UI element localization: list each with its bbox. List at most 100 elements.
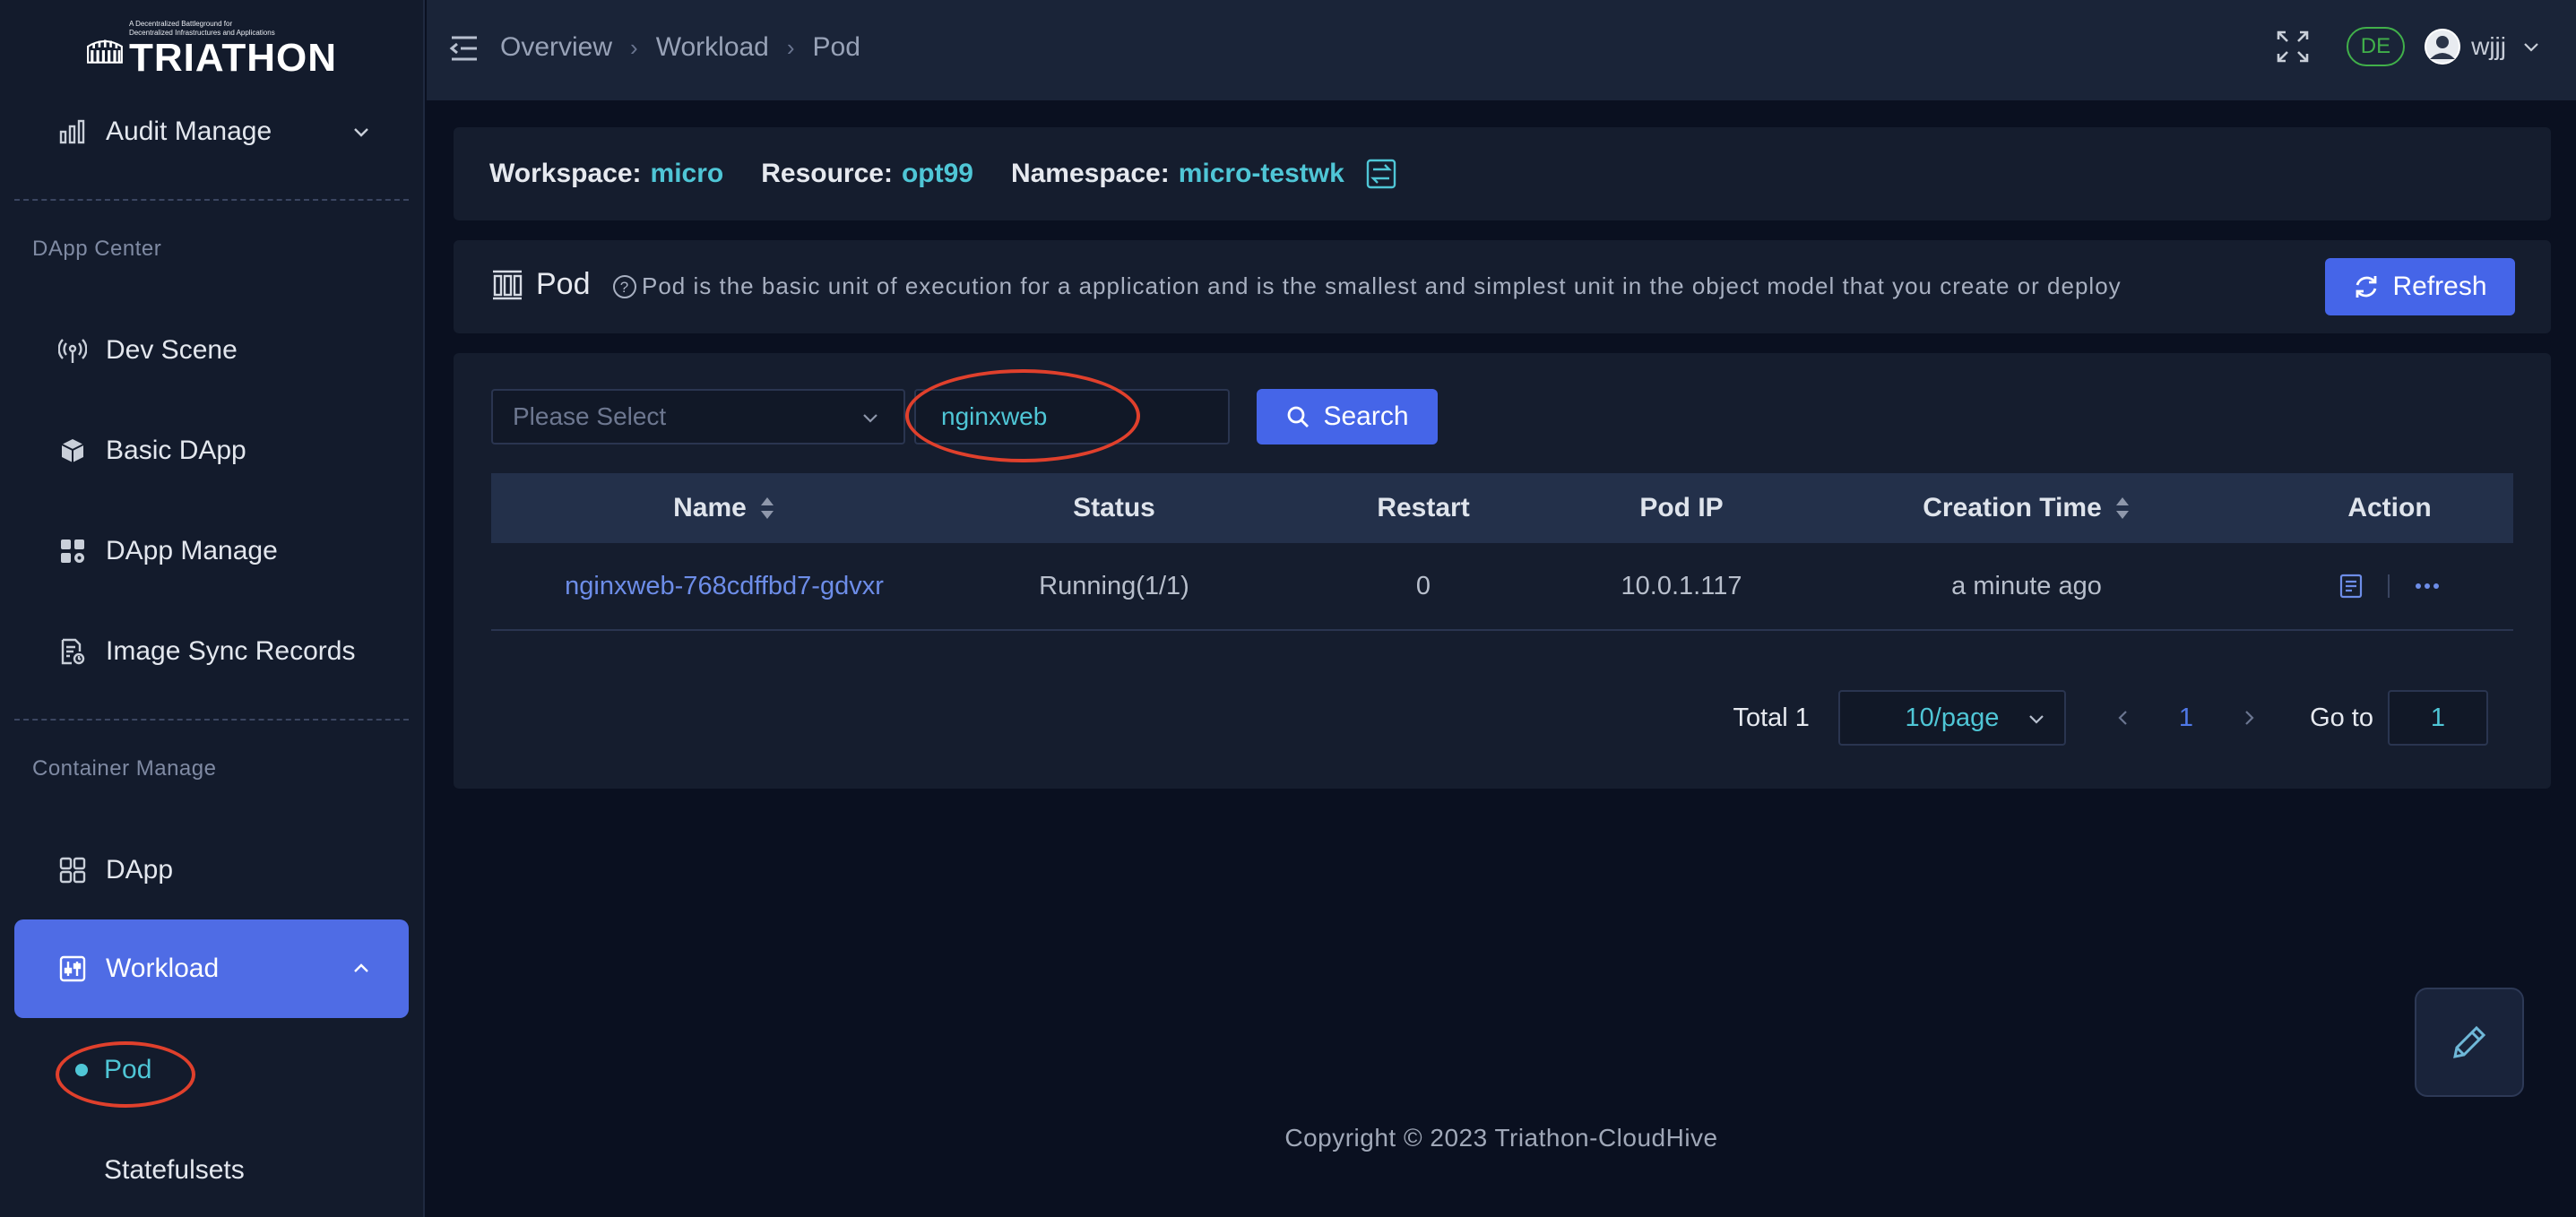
user-name[interactable]: wjjj [2471, 32, 2506, 61]
app-logo[interactable]: A Decentralized Battleground for Decentr… [86, 18, 337, 81]
fullscreen-icon[interactable] [2275, 29, 2311, 65]
column-label: Status [1073, 493, 1155, 522]
apps-settings-icon [57, 536, 88, 566]
chevron-down-icon [863, 414, 877, 423]
pod-header-card: Pod ? Pod is the basic unit of execution… [454, 240, 2551, 333]
help-circle-icon: ? [613, 274, 636, 298]
user-avatar-icon[interactable] [2425, 29, 2461, 65]
pod-restart: 0 [1415, 571, 1431, 600]
column-restart: Restart [1271, 493, 1576, 523]
action-divider [2388, 574, 2390, 598]
active-dot [75, 1064, 88, 1076]
sidebar-item-basic-dapp[interactable]: Basic DApp [14, 401, 409, 500]
cube-icon [57, 436, 88, 466]
namespace-value: micro-testwk [1178, 159, 1344, 188]
breadcrumb-pod: Pod [812, 32, 860, 62]
floating-edit-button[interactable] [2415, 988, 2524, 1097]
resource-label: Resource: [761, 159, 893, 188]
search-input-value: nginxweb [941, 402, 1048, 430]
colosseum-logo-icon [87, 39, 123, 64]
next-page-icon[interactable] [2240, 709, 2258, 727]
sidebar-item-dapp[interactable]: DApp [14, 821, 409, 919]
chevron-down-icon [354, 128, 368, 137]
sidebar-item-label: Statefulsets [104, 1155, 245, 1185]
more-options-icon[interactable] [2415, 583, 2440, 590]
bar-chart-icon [57, 117, 88, 147]
chevron-up-icon [354, 963, 368, 972]
menu-fold-icon[interactable] [448, 34, 480, 63]
sidebar-subitem-pod[interactable]: Pod [56, 1034, 151, 1106]
sort-icon[interactable] [759, 496, 775, 521]
sidebar-item-image-sync-records[interactable]: Image Sync Records [14, 602, 409, 701]
svg-text:?: ? [620, 279, 629, 296]
footer-copyright: Copyright © 2023 Triathon-CloudHive [1284, 1124, 1718, 1152]
sidebar-subitem-statefulsets[interactable]: Statefulsets [56, 1135, 245, 1206]
switch-namespace-icon[interactable] [1366, 159, 1396, 189]
column-status: Status [957, 493, 1271, 523]
chevron-down-icon [2029, 715, 2044, 724]
column-label: Action [2347, 493, 2432, 522]
goto-value: 1 [2430, 703, 2446, 732]
filter-select-placeholder: Please Select [513, 402, 667, 430]
pod-list-card: Please Select nginxweb Search Name Statu… [454, 353, 2551, 789]
logo-tagline: A Decentralized Battleground for [128, 20, 233, 28]
details-document-icon[interactable] [2339, 574, 2363, 599]
pagination: Total 1 10/page 1 Go to 1 [1733, 690, 2488, 746]
goto-label: Go to [2310, 703, 2373, 732]
sort-icon[interactable] [2114, 496, 2131, 521]
breadcrumb-workload[interactable]: Workload [656, 32, 769, 63]
refresh-icon [2356, 276, 2377, 298]
column-action: Action [2266, 493, 2513, 523]
pod-ip: 10.0.1.117 [1621, 571, 1742, 600]
search-icon [1288, 406, 1310, 427]
search-input[interactable]: nginxweb [914, 389, 1230, 445]
grid-apps-icon [57, 855, 88, 885]
pod-name-link[interactable]: nginxweb-768cdffbd7-gdvxr [565, 572, 884, 601]
sidebar-item-audit-manage[interactable]: Audit Manage [14, 82, 409, 181]
current-page[interactable]: 1 [2179, 703, 2193, 733]
breadcrumb-overview[interactable]: Overview [500, 32, 612, 63]
sidebar-item-label: Workload [106, 954, 220, 983]
sidebar-item-label: Image Sync Records [106, 636, 356, 666]
table-row: nginxweb-768cdffbd7-gdvxr Running(1/1) 0… [491, 543, 2513, 631]
page-size-select[interactable]: 10/page [1837, 690, 2066, 746]
filter-select[interactable]: Please Select [491, 389, 905, 445]
column-creation-time[interactable]: Creation Time [1787, 493, 2266, 523]
sidebar-item-label: Audit Manage [106, 117, 272, 146]
total-count: Total 1 [1733, 703, 1810, 732]
pod-creation-time: a minute ago [1951, 571, 2102, 600]
search-label: Search [1323, 401, 1409, 431]
section-container-manage: Container Manage [32, 756, 217, 781]
goto-page-input[interactable]: 1 [2388, 690, 2488, 746]
sidebar-item-label: Pod [104, 1055, 152, 1084]
breadcrumb-separator-icon: › [786, 33, 795, 61]
column-label: Name [673, 493, 747, 522]
column-label: Pod IP [1639, 493, 1724, 522]
pod-columns-icon [493, 270, 523, 299]
resource-value: opt99 [901, 159, 973, 188]
language-switch[interactable]: DE [2346, 27, 2406, 66]
sidebar-item-workload[interactable]: Workload [14, 919, 409, 1018]
pod-description: Pod is the basic unit of execution for a… [642, 272, 2122, 299]
sidebar-item-dev-scene[interactable]: Dev Scene [14, 301, 409, 400]
workspace-info-bar: Workspace: micro Resource: opt99 Namespa… [454, 127, 2551, 220]
chevron-down-icon[interactable] [2522, 38, 2540, 56]
column-name[interactable]: Name [491, 493, 957, 523]
workspace-value: micro [650, 159, 724, 188]
pencil-icon [2453, 1025, 2486, 1058]
sidebar-item-label: Basic DApp [106, 436, 246, 465]
column-label: Creation Time [1923, 493, 2102, 522]
breadcrumb: Overview › Workload › Pod [500, 32, 860, 63]
page-title: Pod [536, 267, 591, 301]
page-size-value: 10/page [1905, 703, 2000, 732]
sidebar-item-dapp-manage[interactable]: DApp Manage [14, 502, 409, 600]
column-pod-ip: Pod IP [1576, 493, 1787, 523]
column-label: Restart [1377, 493, 1470, 522]
logo-wordmark: TRIATHON [128, 36, 337, 80]
top-header: Overview › Workload › Pod DE wjjj [427, 0, 2576, 100]
prev-page-icon[interactable] [2114, 709, 2132, 727]
search-button[interactable]: Search [1257, 389, 1438, 445]
document-sync-icon [57, 636, 88, 667]
namespace-label: Namespace: [1010, 159, 1170, 188]
refresh-button[interactable]: Refresh [2325, 258, 2515, 315]
